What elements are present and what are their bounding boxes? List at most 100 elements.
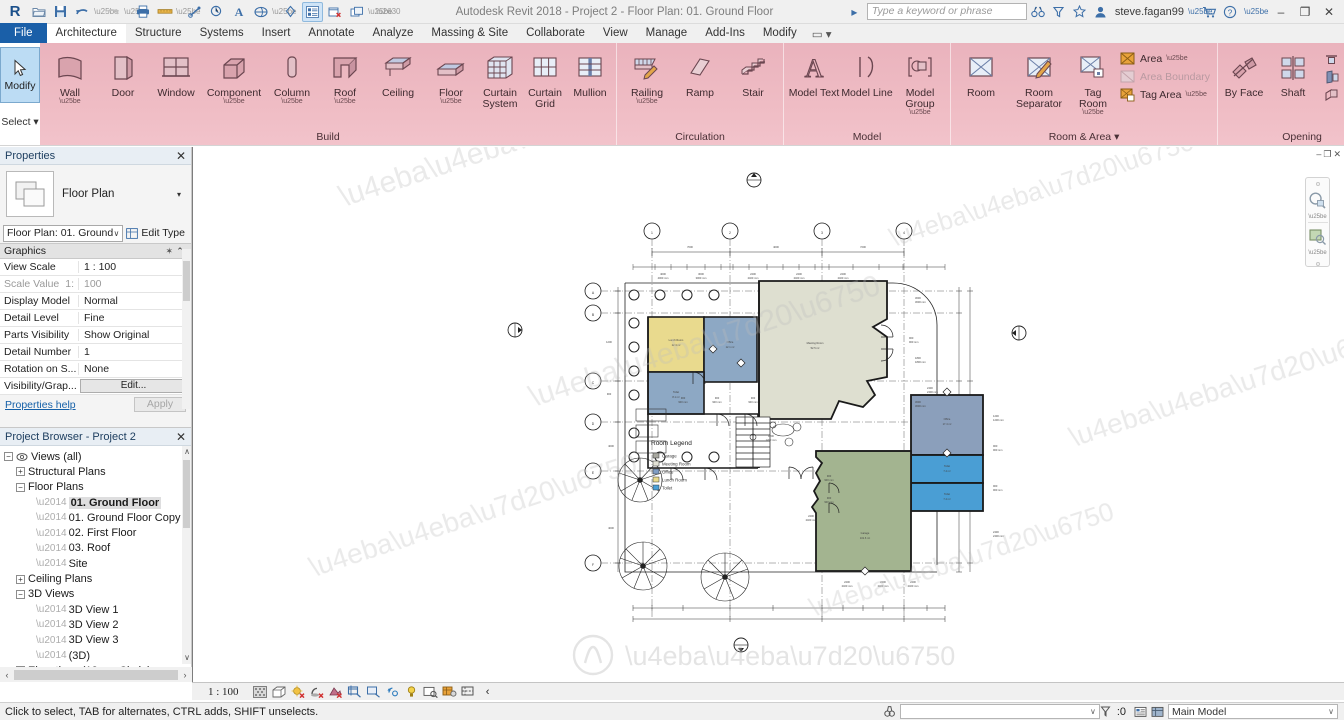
properties-scrollbar[interactable] [182, 249, 191, 409]
ribbon-button-room[interactable]: Room [955, 46, 1007, 99]
ribbon-button-window[interactable]: Window [150, 46, 202, 99]
subscription-icon[interactable] [1052, 6, 1069, 18]
type-selector-dropdown[interactable]: Floor Plan: 01. Ground ∨ [3, 224, 124, 242]
text-icon[interactable]: A [228, 2, 249, 22]
view-control-more-icon[interactable]: ‹ [480, 685, 496, 699]
floor-plan-drawing[interactable]: 1 2 3 4 A B C D E F 7000 4000 7200 Lunch… [193, 147, 1344, 682]
undo-icon[interactable] [72, 2, 93, 22]
tree-node-3d[interactable]: \u2014 (3D) [2, 648, 191, 663]
design-option-selector[interactable]: Main Model ∨ [1168, 704, 1338, 719]
scroll-right-icon[interactable]: › [178, 670, 192, 680]
close-hidden-windows-icon[interactable] [324, 2, 345, 22]
switch-windows-icon[interactable] [346, 2, 367, 22]
thin-lines-icon[interactable] [302, 1, 323, 22]
tree-node-ceiling-plans[interactable]: + Ceiling Plans [2, 571, 191, 586]
navbar-handle-bottom[interactable] [1315, 262, 1320, 266]
project-browser-tree[interactable]: − Views (all) + Structural Plans − Floor… [0, 446, 191, 678]
ribbon-button-mullion[interactable]: Mullion [568, 46, 612, 99]
workset-selector[interactable]: ∨ [899, 704, 1100, 719]
show-crop-region-icon[interactable] [366, 685, 382, 699]
railing-dropdown-caret[interactable]: \u25be [636, 98, 657, 105]
ribbon-button-tag-area[interactable]: Tag Area \u25be [1116, 86, 1213, 103]
expander-icon[interactable]: + [16, 574, 25, 584]
pin-icon[interactable]: ✶ [165, 246, 173, 257]
quick-access-toolbar[interactable]: R \u25be \u25be \u25be A \u25be \u25be \… [0, 1, 400, 22]
ribbon-button-roof[interactable]: Roof \u25be [319, 46, 371, 105]
modify-button[interactable]: Modify [0, 47, 40, 103]
drawing-canvas[interactable]: – ❐ ✕ \u25be \u25be 1 2 3 4 A B C D E F … [192, 147, 1344, 682]
measure-icon[interactable] [154, 2, 175, 22]
reveal-hidden-elements-icon[interactable] [404, 685, 420, 699]
tree-node-site[interactable]: \u2014 Site [2, 556, 191, 571]
view-close-button[interactable]: ✕ [1333, 149, 1341, 160]
design-options-icon[interactable] [1134, 706, 1151, 718]
property-value[interactable]: 1 [78, 346, 191, 358]
ribbon-display-options-dropdown[interactable]: ▭ ▾ [806, 25, 838, 43]
properties-help-link[interactable]: Properties help [5, 399, 76, 411]
tree-node-02-first-floor[interactable]: \u2014 02. First Floor [2, 525, 191, 540]
tag-area-dropdown-caret[interactable]: \u25be [1185, 91, 1206, 98]
close-button[interactable]: ✕ [1319, 5, 1339, 19]
tab-view[interactable]: View [594, 24, 637, 43]
property-row-detail-number[interactable]: Detail Number 1 [0, 344, 191, 361]
property-row-rotation-on-sheet[interactable]: Rotation on S... None [0, 361, 191, 378]
user-avatar-icon[interactable] [1094, 6, 1111, 18]
ribbon-button-column[interactable]: Column \u25be [266, 46, 318, 105]
redo-dropdown-caret[interactable]: \u25be [124, 7, 148, 16]
chevron-down-icon[interactable]: ∨ [114, 229, 120, 238]
detail-level-icon[interactable] [252, 685, 268, 699]
view-control-bar[interactable]: 1 : 100 ‹ [192, 682, 1344, 700]
temporary-hide-isolate-icon[interactable] [423, 685, 439, 699]
ribbon-button-stair[interactable]: Stair [727, 46, 779, 99]
chevron-down-icon[interactable]: ∨ [1323, 707, 1334, 716]
tab-annotate[interactable]: Annotate [299, 24, 363, 43]
property-value[interactable]: None [78, 363, 191, 375]
exclude-options-icon[interactable] [1100, 706, 1117, 718]
property-row-parts-visibility[interactable]: Parts Visibility Show Original [0, 327, 191, 344]
scroll-down-icon[interactable]: ∨ [183, 653, 191, 662]
property-value[interactable]: Fine [78, 312, 191, 324]
property-type-preview[interactable]: Floor Plan ▾ [0, 165, 191, 223]
tree-node-3d-view-1[interactable]: \u2014 3D View 1 [2, 602, 191, 617]
edit-type-button[interactable]: Edit Type [126, 227, 188, 239]
component-dropdown-caret[interactable]: \u25be [223, 98, 244, 105]
sun-path-icon[interactable] [290, 685, 306, 699]
minimize-button[interactable]: – [1271, 5, 1291, 19]
expander-icon[interactable]: − [16, 589, 25, 599]
ribbon-button-dormer-opening[interactable]: Dormer [1320, 86, 1344, 103]
tree-node-01-ground-floor-copy-1[interactable]: \u2014 01. Ground Floor Copy 1 [2, 510, 191, 525]
tab-file[interactable]: File [0, 23, 47, 43]
view3d-dropdown-caret[interactable]: \u25be [272, 7, 296, 16]
revit-logo-icon[interactable]: R [3, 2, 27, 22]
view-restore-button[interactable]: ❐ [1323, 149, 1331, 160]
browser-vertical-scrollbar[interactable]: ∧ ∨ [182, 446, 191, 664]
pan-dropdown-caret[interactable]: \u25be [1308, 250, 1326, 256]
property-group-graphics[interactable]: Graphics ✶ ⌃ [0, 243, 191, 259]
help-icon[interactable]: ? [1223, 5, 1240, 19]
tree-node-floor-plans[interactable]: − Floor Plans [2, 480, 191, 495]
view-scale-label[interactable]: 1 : 100 [198, 686, 249, 698]
navbar-handle-top[interactable] [1315, 182, 1320, 186]
title-dropdown-caret[interactable]: ▸ [846, 5, 863, 19]
panel-caption-room-area[interactable]: Room & Area ▾ [955, 130, 1213, 145]
ribbon-button-wall-opening[interactable]: Wall [1320, 50, 1344, 67]
property-row-display-model[interactable]: Display Model Normal [0, 293, 191, 310]
ribbon-button-model-text[interactable]: A Model Text [788, 46, 840, 99]
rendering-dialog-icon[interactable] [328, 685, 344, 699]
customize-qat-icon[interactable]: \u2630 [376, 7, 400, 16]
floor-dropdown-caret[interactable]: \u25be [440, 98, 461, 105]
close-icon[interactable]: ✕ [176, 149, 186, 163]
ribbon-button-vertical-opening[interactable]: Vertical [1320, 68, 1344, 85]
tab-architecture[interactable]: Architecture [46, 24, 126, 43]
user-dropdown-caret[interactable]: \u25be [1188, 7, 1212, 16]
wall-dropdown-caret[interactable]: \u25be [59, 98, 80, 105]
binoculars-icon[interactable] [1031, 6, 1048, 18]
ribbon-button-room-separator[interactable]: Room Separator [1008, 46, 1070, 110]
property-value[interactable]: Show Original [78, 329, 191, 341]
tree-node-structural-plans[interactable]: + Structural Plans [2, 464, 191, 479]
measure-dropdown-caret[interactable]: \u25be [176, 7, 200, 16]
visibility-graphics-edit-button[interactable]: Edit... [80, 379, 187, 393]
view-window-buttons[interactable]: – ❐ ✕ [1316, 149, 1341, 160]
browser-horizontal-scrollbar[interactable]: ‹ › [0, 667, 192, 682]
tree-node-views-all[interactable]: − Views (all) [2, 449, 191, 464]
